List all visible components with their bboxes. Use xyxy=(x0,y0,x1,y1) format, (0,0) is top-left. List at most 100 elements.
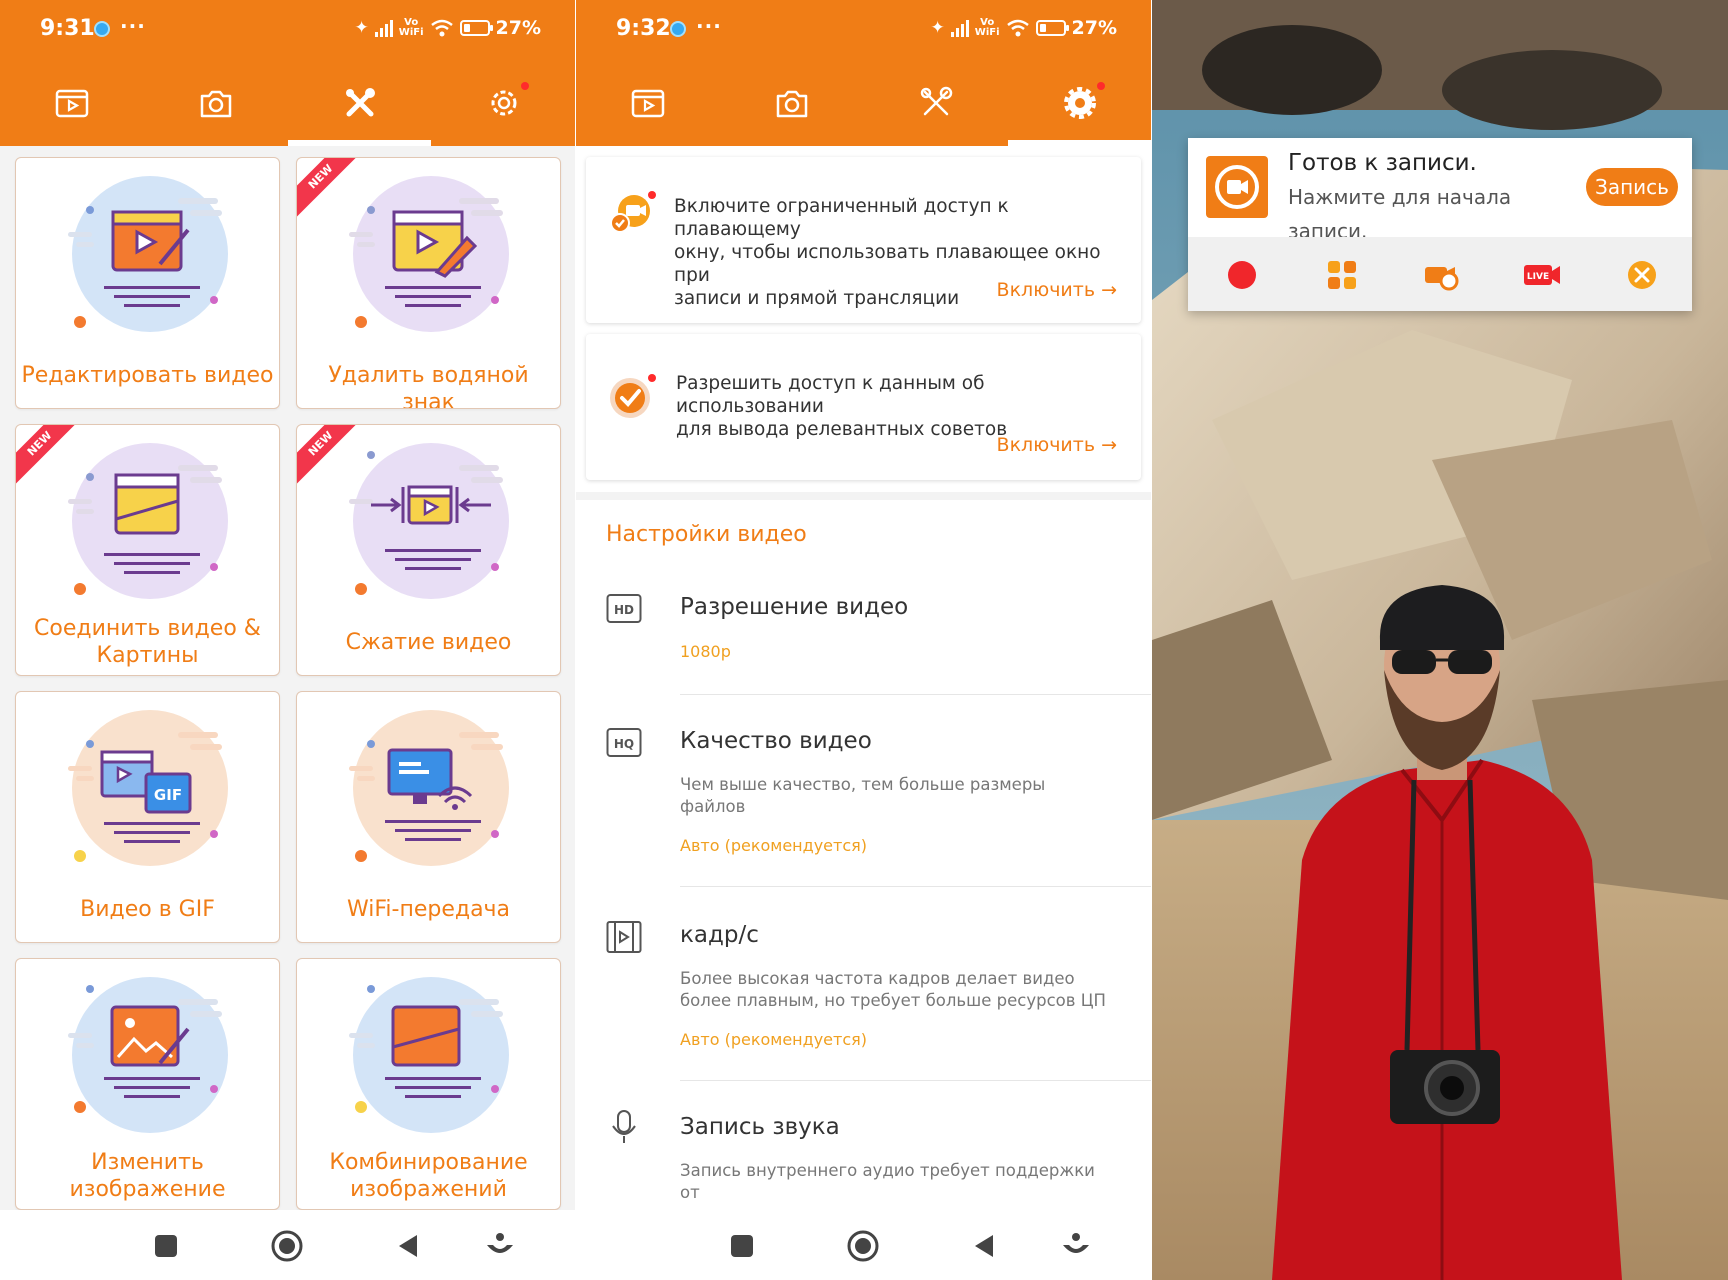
edit-video-icon xyxy=(68,176,228,332)
enable-floating-window-button[interactable]: Включить → xyxy=(997,279,1117,301)
recorder-app-icon xyxy=(1206,156,1268,218)
tab-videos[interactable] xyxy=(576,60,719,146)
vowifi-icon: Vo WiFi xyxy=(399,18,424,38)
tools-icon xyxy=(345,88,375,117)
back-button[interactable] xyxy=(388,1226,428,1266)
tab-settings[interactable] xyxy=(432,60,575,146)
status-time: 9:32 xyxy=(616,16,671,41)
camera-tool[interactable] xyxy=(1422,255,1462,295)
card-label: WiFi-передача xyxy=(346,897,511,922)
setting-description: Более высокая частота кадров делает виде… xyxy=(680,968,1110,1012)
toolbox-tool[interactable] xyxy=(1322,255,1362,295)
edit-image-icon xyxy=(68,977,228,1133)
card-remove-watermark[interactable]: NEW Удалить водяной знак xyxy=(296,157,561,409)
setting-value: Авто (рекомендуется) xyxy=(680,836,867,855)
recents-button[interactable] xyxy=(146,1226,186,1266)
tools-icon xyxy=(920,86,952,116)
divider xyxy=(680,886,1151,887)
recents-button[interactable] xyxy=(722,1226,762,1266)
card-label: Редактировать видео xyxy=(21,363,274,388)
card-edit-video[interactable]: Редактировать видео xyxy=(15,157,280,409)
assist-button[interactable] xyxy=(1056,1226,1096,1266)
system-nav-bar xyxy=(576,1210,1151,1280)
battery-icon xyxy=(459,20,493,36)
notification-subtitle-line1: Нажмите для начала xyxy=(1288,185,1512,209)
card-label: Сжатие видео xyxy=(345,630,512,655)
tab-screenshots[interactable] xyxy=(720,60,863,146)
start-record-tool[interactable] xyxy=(1222,255,1262,295)
tab-screenshots[interactable] xyxy=(144,60,287,146)
status-icons: ✦ Vo WiFi 27% xyxy=(931,17,1117,39)
card-label-line1: Комбинирование xyxy=(329,1150,528,1175)
setting-video-resolution[interactable]: HD Разрешение видео 1080p xyxy=(576,580,1151,696)
recents-icon xyxy=(155,1235,177,1257)
card-label-line2: Картины xyxy=(96,643,199,668)
notification-bubble-icon xyxy=(670,21,686,37)
assist-button[interactable] xyxy=(480,1226,520,1266)
hd-icon-text: HD xyxy=(614,603,634,617)
card-label: Удалить водяной знак xyxy=(328,363,529,409)
video-list-icon xyxy=(631,89,664,118)
home-button[interactable] xyxy=(843,1226,883,1266)
notification-bubble-icon xyxy=(94,21,110,37)
hd-icon: HD xyxy=(606,594,642,623)
merge-video-icon xyxy=(68,443,228,599)
recorder-notification: Готов к записи. Нажмите для начала запис… xyxy=(1188,138,1692,311)
close-icon xyxy=(1628,261,1656,289)
setting-description-line1: Запись внутреннего аудио требует поддерж… xyxy=(680,1161,1095,1202)
enable-usage-access-button[interactable]: Включить → xyxy=(997,434,1117,456)
tab-tools[interactable] xyxy=(864,60,1007,146)
permission-text: Разрешить доступ к данным об использован… xyxy=(676,372,1121,441)
card-label: Видео в GIF xyxy=(80,897,215,922)
setting-value: 1080p xyxy=(680,642,731,661)
setting-frame-rate[interactable]: кадр/с Более высокая частота кадров дела… xyxy=(576,908,1151,1082)
system-nav-bar xyxy=(0,1210,575,1280)
card-label-line2: изображение xyxy=(69,1177,226,1202)
more-notifications-icon: ··· xyxy=(696,14,722,38)
home-button[interactable] xyxy=(267,1226,307,1266)
card-merge-video[interactable]: NEW Соединить видео & Картины xyxy=(15,424,280,676)
assist-icon xyxy=(1063,1233,1089,1253)
card-video-to-gif[interactable]: GIF Видео в GIF xyxy=(15,691,280,943)
permission-text-line3: записи и прямой трансляции xyxy=(674,288,960,309)
setting-title: Запись звука xyxy=(680,1114,840,1140)
home-icon xyxy=(271,1230,303,1262)
settings-badge-dot xyxy=(521,82,529,90)
battery-icon xyxy=(1035,20,1069,36)
setting-description-line2: более плавным, но требует больше ресурсо… xyxy=(680,991,1106,1010)
card-edit-image[interactable]: Изменить изображение xyxy=(15,958,280,1210)
setting-description: Чем выше качество, тем больше размеры фа… xyxy=(680,774,1110,818)
setting-audio-recording[interactable]: Запись звука Запись внутреннего аудио тр… xyxy=(576,1100,1151,1224)
status-icons: ✦ Vo WiFi 27% xyxy=(355,17,541,39)
card-label-line2: изображений xyxy=(350,1177,507,1202)
gif-text: GIF xyxy=(154,786,182,804)
tab-videos[interactable] xyxy=(0,60,143,146)
card-combine-images[interactable]: Комбинирование изображений xyxy=(296,958,561,1210)
video-settings-heading: Настройки видео xyxy=(606,522,807,547)
back-icon xyxy=(975,1235,993,1257)
remove-watermark-icon xyxy=(349,176,509,332)
back-button[interactable] xyxy=(964,1226,1004,1266)
card-compress-video[interactable]: NEW Сжатие видео xyxy=(296,424,561,676)
home-icon xyxy=(847,1230,879,1262)
record-button[interactable]: Запись xyxy=(1586,168,1678,206)
camera-icon xyxy=(200,90,231,118)
card-label-line1: Изменить xyxy=(91,1150,204,1175)
tab-tools[interactable] xyxy=(288,60,431,146)
bluetooth-icon: ✦ xyxy=(354,18,369,38)
close-tool[interactable] xyxy=(1622,255,1662,295)
toolbox-camera-icon xyxy=(1425,267,1459,291)
live-text: LIVE xyxy=(1527,272,1549,282)
permission-text-line1: Разрешить доступ к данным об использован… xyxy=(676,373,985,417)
main-tab-bar xyxy=(576,60,1151,146)
card-label: Соединить видео & Картины xyxy=(20,615,275,669)
tab-settings[interactable] xyxy=(1008,60,1151,146)
hq-icon-text: HQ xyxy=(614,737,634,751)
floating-window-permission-icon xyxy=(610,191,656,233)
card-wifi-transfer[interactable]: WiFi-передача xyxy=(296,691,561,943)
wifi-icon xyxy=(430,19,453,37)
setting-video-quality[interactable]: HQ Качество видео Чем выше качество, тем… xyxy=(576,714,1151,888)
permission-text-line2: для вывода релевантных советов xyxy=(676,419,1008,440)
live-tool[interactable]: LIVE xyxy=(1522,255,1562,295)
combine-images-icon xyxy=(349,977,509,1133)
